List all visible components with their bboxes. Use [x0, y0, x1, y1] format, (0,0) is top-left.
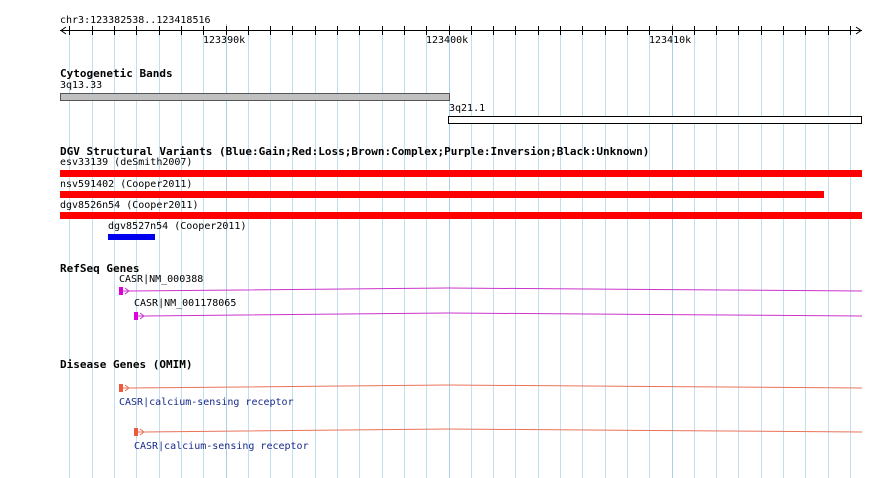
dgv-variant-bar[interactable] — [60, 212, 862, 219]
refseq-gene-label: CASR|NM_001178065 — [134, 298, 237, 309]
omim-gene-label[interactable]: CASR|calcium-sensing receptor — [119, 397, 294, 408]
track-title-cytobands[interactable]: Cytogenetic Bands — [60, 67, 173, 80]
dgv-variant-label: nsv591402 (Cooper2011) — [60, 179, 193, 190]
omim-gene-1-exon — [119, 384, 123, 392]
cytoband-label: 3q13.33 — [60, 80, 103, 91]
dgv-variant-bar[interactable] — [60, 170, 862, 177]
dgv-variant-label: dgv8526n54 (Cooper2011) — [60, 200, 199, 211]
refseq-gene-label: CASR|NM_000388 — [119, 274, 204, 285]
omim-gene-label[interactable]: CASR|calcium-sensing receptor — [134, 441, 309, 452]
refseq-gene-1-exon — [119, 287, 123, 295]
omim-gene-2-intron — [143, 428, 863, 433]
omim-gene-1-intron — [128, 384, 863, 389]
dgv-variant-bar[interactable] — [60, 191, 824, 198]
ruler-range-label: chr3:123382538..123418516 — [60, 15, 211, 26]
dgv-variant-label: esv33139 (deSmith2007) — [60, 157, 193, 168]
omim-gene-2-exon — [134, 428, 138, 436]
refseq-gene-2-intron — [143, 312, 863, 317]
ruler-tick-label: 123390k — [203, 35, 246, 46]
cytoband-bar[interactable] — [448, 116, 862, 124]
ruler-tick-label: 123400k — [426, 35, 469, 46]
ruler-tick-label: 123410k — [649, 35, 692, 46]
refseq-gene-2-exon — [134, 312, 138, 320]
cytoband-label: 3q21.1 — [449, 103, 486, 114]
dgv-variant-label: dgv8527n54 (Cooper2011) — [108, 221, 247, 232]
dgv-variant-bar[interactable] — [108, 234, 155, 240]
refseq-gene-1-intron — [128, 287, 863, 292]
track-title-omim[interactable]: Disease Genes (OMIM) — [60, 358, 192, 371]
cytoband-bar[interactable] — [60, 93, 450, 101]
